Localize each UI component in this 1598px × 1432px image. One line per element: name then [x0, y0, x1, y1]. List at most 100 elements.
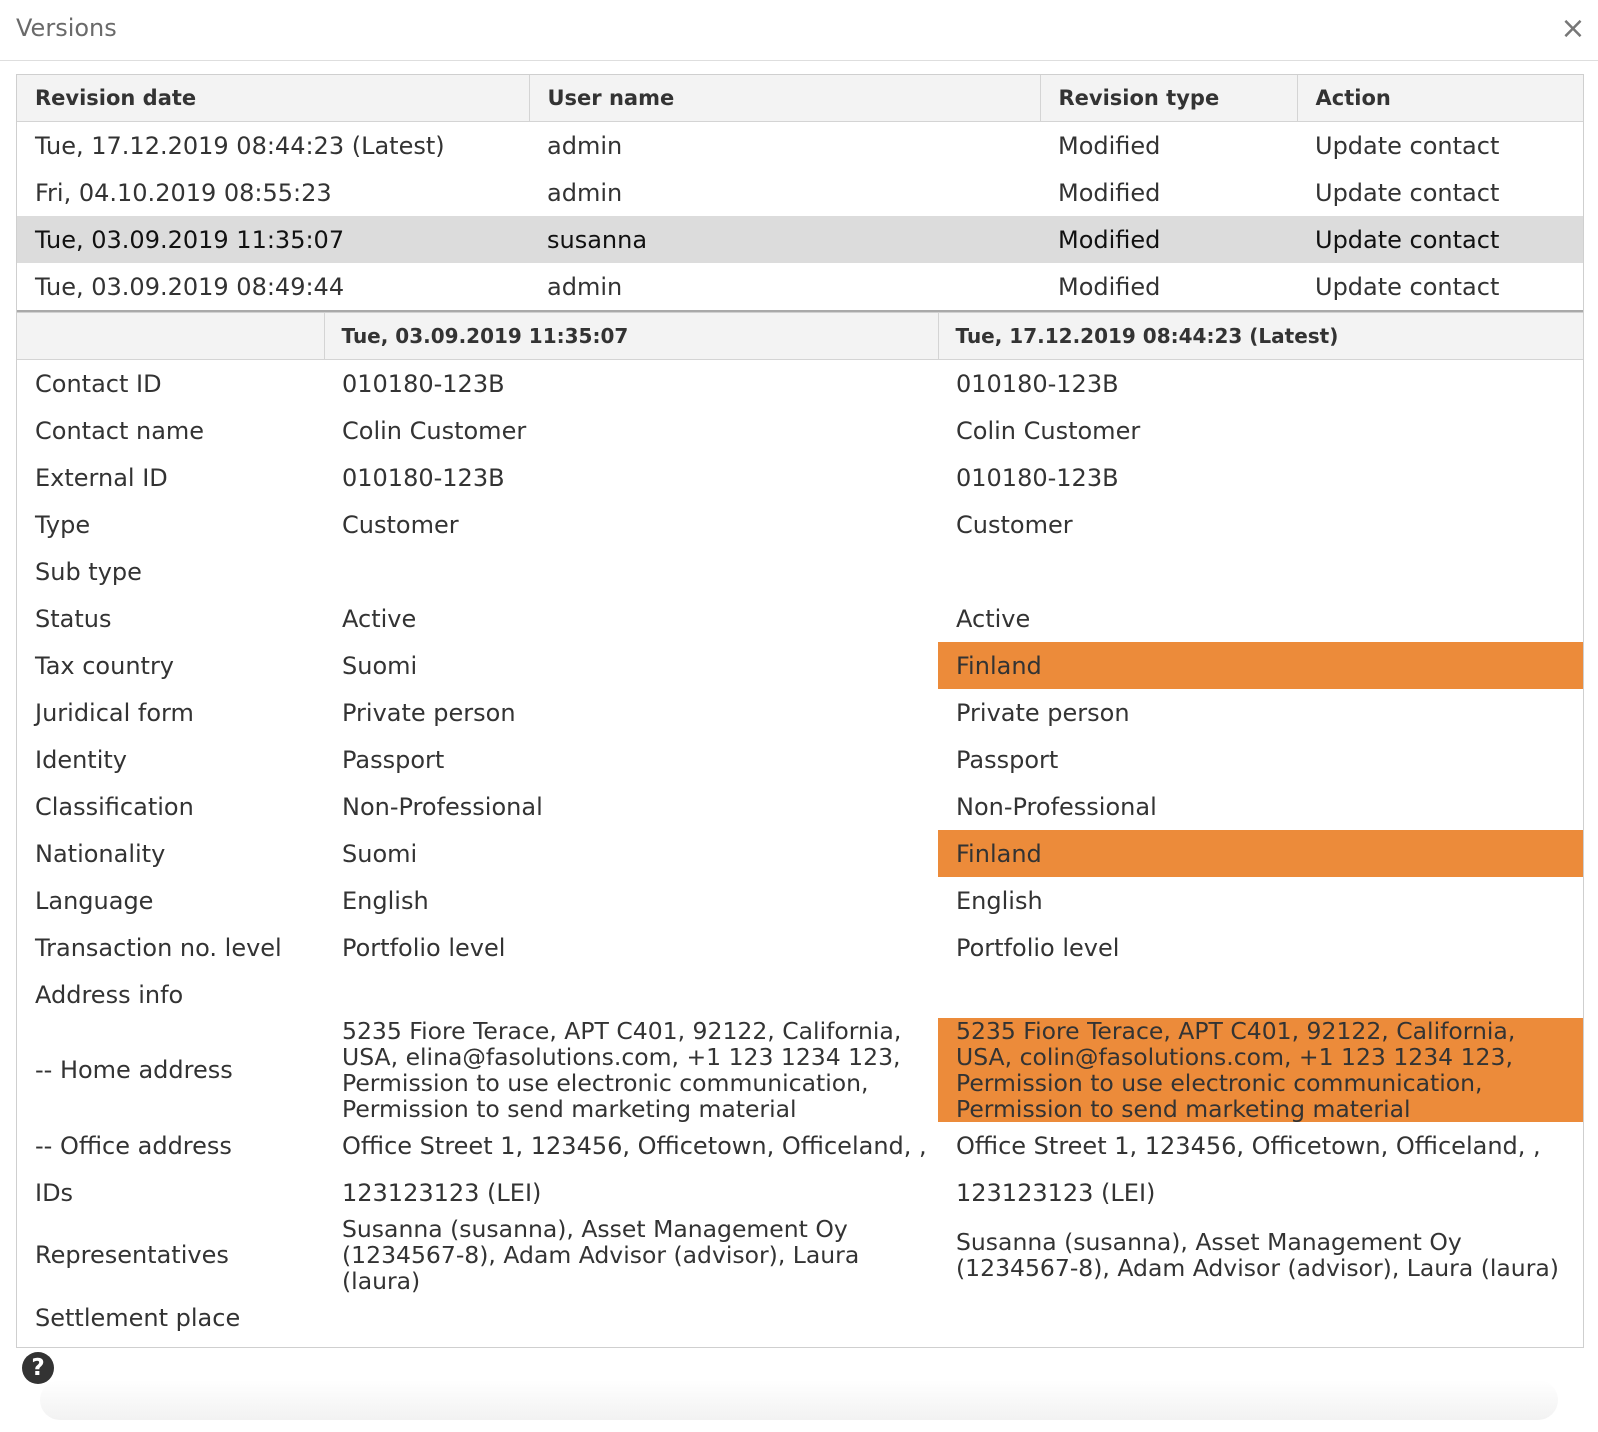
old-value: Private person — [342, 698, 516, 727]
old-value: Non-Professional — [342, 792, 543, 821]
close-icon[interactable]: × — [1558, 12, 1588, 46]
new-value: Private person — [956, 698, 1130, 727]
comparison-table: Tue, 03.09.2019 11:35:07 Tue, 17.12.2019… — [17, 313, 1583, 1341]
comparison-row: Representatives Susanna (susanna), Asset … — [17, 1216, 1583, 1294]
revision-type-cell: Modified — [1040, 216, 1297, 263]
action-cell: Update contact — [1315, 178, 1500, 207]
new-value — [938, 971, 1583, 1018]
old-value: Active — [342, 604, 417, 633]
old-value — [324, 548, 938, 595]
revision-row[interactable]: Tue, 03.09.2019 08:49:44 admin Modified Upd… — [17, 263, 1583, 310]
comparison-row: Language English English — [17, 877, 1583, 924]
old-value: Colin Customer — [342, 416, 527, 445]
comparison-row: -- Office address Office Street 1, 123456… — [17, 1122, 1583, 1169]
versions-panel: Revision date User name Revision type Ac… — [16, 74, 1584, 1348]
revision-date-cell: Fri, 04.10.2019 08:55:23 — [35, 178, 332, 207]
comparison-row: IDs 123123123 (LEI) 123123123 (LEI) — [17, 1169, 1583, 1216]
old-value: 010180-123B — [342, 369, 505, 398]
user-name-cell: admin — [547, 131, 623, 160]
comparison-row: Contact name Colin Customer Colin Customer — [17, 407, 1583, 454]
field-label: Sub type — [35, 557, 142, 586]
field-label: Nationality — [35, 839, 166, 868]
field-label: -- Office address — [35, 1131, 232, 1160]
old-value — [324, 971, 938, 1018]
comparison-row: Address info — [17, 971, 1583, 1018]
revision-date-cell: Tue, 03.09.2019 08:49:44 — [35, 272, 345, 301]
new-value: Susanna (susanna), Asset Management Oy (… — [956, 1228, 1559, 1282]
new-value — [938, 1294, 1583, 1341]
dialog-title: Versions — [16, 14, 117, 42]
new-value: 010180-123B — [956, 463, 1119, 492]
revisions-header-row: Revision date User name Revision type Ac… — [17, 75, 1583, 122]
action-cell: Update contact — [1315, 272, 1500, 301]
field-label: Status — [35, 604, 112, 633]
comparison-row: Classification Non-Professional Non-Profes… — [17, 783, 1583, 830]
revision-type-cell: Modified — [1058, 272, 1161, 301]
old-value: Office Street 1, 123456, Officetown, Off… — [342, 1131, 927, 1160]
field-label: Address info — [35, 980, 184, 1009]
footer-shade — [40, 1380, 1558, 1420]
comparison-row: Contact ID 010180-123B 010180-123B — [17, 360, 1583, 408]
user-name-cell: susanna — [529, 216, 1040, 263]
user-name-cell: admin — [547, 272, 623, 301]
field-label: -- Home address — [35, 1056, 233, 1084]
field-label: Contact name — [35, 416, 205, 445]
revision-row[interactable]: Tue, 17.12.2019 08:44:23 (Latest) admin Mo… — [17, 122, 1583, 170]
comparison-row: Status Active Active — [17, 595, 1583, 642]
revisions-table: Revision date User name Revision type Ac… — [17, 75, 1583, 310]
old-value: Susanna (susanna), Asset Management Oy (… — [342, 1215, 860, 1295]
old-value: 5235 Fiore Terace, APT C401, 92122, Cali… — [342, 1017, 902, 1123]
comparison-row: Nationality Suomi Finland — [17, 830, 1583, 877]
comparison-header-old-revision: Tue, 03.09.2019 11:35:07 — [324, 313, 939, 360]
action-cell: Update contact — [1297, 216, 1583, 263]
action-cell: Update contact — [1315, 131, 1500, 160]
column-header-user-name[interactable]: User name — [529, 75, 1041, 122]
comparison-header-row: Tue, 03.09.2019 11:35:07 Tue, 17.12.2019… — [17, 313, 1583, 360]
field-label: Classification — [35, 792, 194, 821]
column-header-revision-type[interactable]: Revision type — [1040, 75, 1298, 122]
revision-type-cell: Modified — [1058, 178, 1161, 207]
new-value: Customer — [956, 510, 1073, 539]
new-value: Office Street 1, 123456, Officetown, Off… — [956, 1131, 1541, 1160]
revision-row[interactable]: Fri, 04.10.2019 08:55:23 admin Modified Upd… — [17, 169, 1583, 216]
new-value: 123123123 (LEI) — [956, 1178, 1156, 1207]
old-value: Suomi — [342, 651, 418, 680]
revision-date-cell: Tue, 03.09.2019 11:35:07 — [17, 216, 529, 263]
field-label: Tax country — [35, 651, 175, 680]
comparison-row: Settlement place — [17, 1294, 1583, 1341]
comparison-row: External ID 010180-123B 010180-123B — [17, 454, 1583, 501]
new-value: Finland — [938, 830, 1583, 877]
field-label: Identity — [35, 745, 127, 774]
help-icon[interactable]: ? — [22, 1352, 54, 1384]
revision-type-cell: Modified — [1058, 131, 1161, 160]
comparison-header-new-revision: Tue, 17.12.2019 08:44:23 (Latest) — [938, 313, 1583, 360]
field-label: External ID — [35, 463, 168, 492]
new-value — [938, 548, 1583, 595]
comparison-row: -- Home address 5235 Fiore Terace, APT C4… — [17, 1018, 1583, 1122]
new-value: Colin Customer — [956, 416, 1141, 445]
old-value: Suomi — [342, 839, 418, 868]
column-header-action[interactable]: Action — [1297, 75, 1583, 122]
field-label: Contact ID — [35, 369, 162, 398]
comparison-row: Tax country Suomi Finland — [17, 642, 1583, 689]
column-header-revision-date[interactable]: Revision date — [17, 75, 530, 122]
revision-date-cell: Tue, 17.12.2019 08:44:23 (Latest) — [35, 131, 445, 160]
comparison-row: Type Customer Customer — [17, 501, 1583, 548]
revision-row[interactable]: Tue, 03.09.2019 11:35:07 susanna Modified U… — [17, 216, 1583, 263]
new-value: Finland — [938, 642, 1583, 689]
field-label: IDs — [35, 1178, 74, 1207]
field-label: Settlement place — [35, 1303, 241, 1332]
field-label: Juridical form — [35, 698, 194, 727]
old-value: Customer — [342, 510, 459, 539]
comparison-row: Transaction no. level Portfolio level Port… — [17, 924, 1583, 971]
comparison-header-field — [17, 313, 325, 360]
user-name-cell: admin — [547, 178, 623, 207]
field-label: Transaction no. level — [35, 933, 282, 962]
field-label: Language — [35, 886, 154, 915]
old-value: 010180-123B — [342, 463, 505, 492]
versions-dialog: Versions × Revision date User name Revis… — [0, 0, 1598, 1432]
new-value: 5235 Fiore Terace, APT C401, 92122, Cali… — [938, 1018, 1583, 1122]
comparison-row: Identity Passport Passport — [17, 736, 1583, 783]
new-value: 010180-123B — [956, 369, 1119, 398]
new-value: Active — [956, 604, 1031, 633]
